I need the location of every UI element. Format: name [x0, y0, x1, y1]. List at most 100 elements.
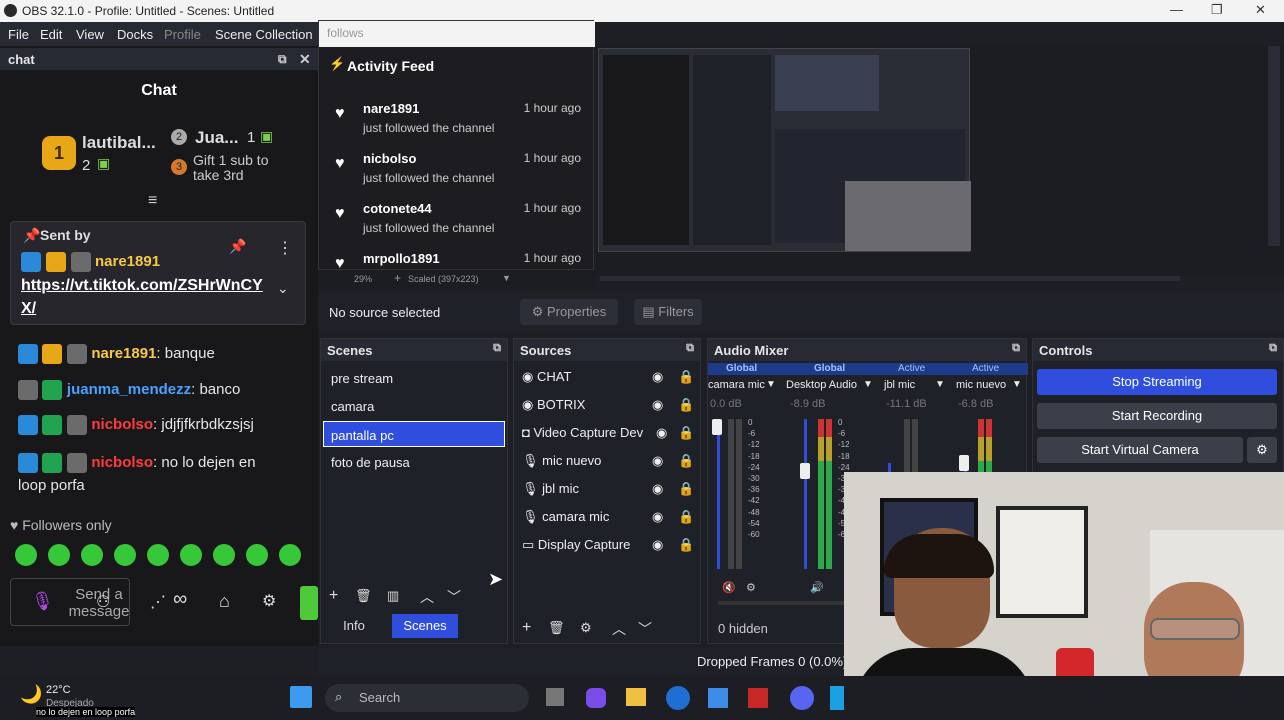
chevron-down-icon[interactable]: ﹀ — [638, 619, 652, 639]
speaker-icon[interactable]: 🔊 — [810, 581, 824, 594]
hp-icon[interactable] — [666, 686, 690, 710]
scene-item-selected[interactable]: pantalla pc — [323, 421, 505, 447]
start-virtual-camera-button[interactable]: Start Virtual Camera — [1037, 437, 1243, 463]
chevron-down-icon[interactable]: ▼ — [935, 379, 945, 390]
copilot-icon[interactable] — [586, 688, 606, 708]
store-icon[interactable]: ⌂ — [219, 591, 230, 612]
gamepad-icon[interactable]: ⚇ — [96, 592, 110, 612]
pinned-link[interactable]: https://vt.tiktok.com/ZSHrWnCYX/ — [21, 274, 271, 320]
eye-icon[interactable]: ◉ — [652, 509, 663, 525]
maximize-icon[interactable]: ❐ — [1211, 2, 1223, 18]
lock-icon[interactable]: 🔒 — [678, 481, 694, 497]
volume-fader-track[interactable] — [717, 419, 720, 569]
channel-name[interactable]: jbl mic — [884, 379, 915, 391]
settings-icon[interactable]: ⚙ — [262, 591, 276, 611]
menu-edit[interactable]: Edit — [40, 27, 62, 42]
pin-icon[interactable]: 📌 — [229, 238, 246, 255]
emote-icon[interactable] — [279, 544, 301, 566]
chat-send-button[interactable] — [300, 586, 318, 620]
undock-icon[interactable]: ⧉ — [493, 342, 501, 355]
chevron-down-icon[interactable]: ﹀ — [447, 587, 461, 607]
volume-fader-handle[interactable] — [959, 455, 969, 471]
scene-item[interactable]: camara — [331, 399, 374, 414]
store-icon[interactable] — [708, 688, 728, 708]
stop-streaming-button[interactable]: Stop Streaming — [1037, 369, 1277, 395]
expand-leaderboard-icon[interactable]: ≡ — [148, 192, 157, 210]
add-icon[interactable]: + — [329, 587, 338, 605]
channel-name[interactable]: mic nuevo — [956, 379, 1006, 391]
pinned-user[interactable]: nare1891 — [95, 253, 160, 270]
chevron-down-icon[interactable]: ▼ — [766, 379, 776, 390]
infinity-icon[interactable]: ∞ — [173, 588, 187, 611]
scene-item[interactable]: pre stream — [331, 371, 393, 386]
lock-icon[interactable]: 🔒 — [678, 453, 694, 469]
emote-icon[interactable] — [114, 544, 136, 566]
volume-fader-handle[interactable] — [800, 463, 810, 479]
lock-icon[interactable]: 🔒 — [678, 397, 694, 413]
chevron-up-icon[interactable]: ︿ — [420, 587, 434, 607]
more-options-icon[interactable]: ⋮ — [277, 238, 293, 258]
trash-icon[interactable]: 🗑 — [355, 588, 372, 604]
volume-fader-handle[interactable] — [712, 419, 722, 435]
source-item[interactable]: ◉ BOTRIX ◉ 🔒 — [522, 397, 698, 413]
emote-icon[interactable] — [48, 544, 70, 566]
source-item[interactable]: 🎙 camara mic ◉ 🔒 — [522, 509, 698, 525]
source-item[interactable]: ◘ Video Capture Dev ◉ 🔒 — [522, 425, 698, 440]
chat-username[interactable]: nicbolso — [91, 416, 153, 433]
undock-icon[interactable]: ⧉ — [1012, 342, 1020, 355]
menu-scene-collection[interactable]: Scene Collection — [215, 27, 313, 42]
eye-icon[interactable]: ◉ — [652, 397, 663, 413]
add-icon[interactable]: + — [522, 619, 531, 637]
gear-icon[interactable]: ⚙ — [1247, 437, 1277, 463]
trash-icon[interactable]: 🗑 — [548, 620, 565, 636]
microphone-icon[interactable]: 🎙 — [31, 591, 54, 612]
source-item[interactable]: ◉ CHAT ◉ 🔒 — [522, 369, 698, 385]
stream-preview[interactable] — [596, 46, 1284, 276]
lock-icon[interactable]: 🔒 — [678, 537, 694, 553]
file-explorer-icon[interactable] — [626, 688, 646, 706]
lock-icon[interactable]: 🔒 — [678, 425, 694, 440]
scene-item[interactable]: foto de pausa — [331, 455, 410, 470]
eye-icon[interactable]: ◉ — [652, 453, 663, 469]
chat-username[interactable]: nicbolso — [91, 454, 153, 471]
undock-icon[interactable]: ⧉ — [278, 52, 287, 67]
eye-icon[interactable]: ◉ — [652, 369, 663, 385]
properties-button[interactable]: ⚙ Properties — [520, 299, 618, 325]
close-icon[interactable]: ✕ — [299, 51, 311, 68]
windows-start-icon[interactable] — [290, 686, 312, 708]
emote-icon[interactable] — [213, 544, 235, 566]
chevron-down-icon[interactable]: ▼ — [863, 379, 873, 390]
source-item[interactable]: 🎙 jbl mic ◉ 🔒 — [522, 481, 698, 497]
filter-icon[interactable]: ▥ — [387, 588, 399, 604]
eye-icon[interactable]: ◉ — [652, 481, 663, 497]
emote-icon[interactable] — [180, 544, 202, 566]
tab-info[interactable]: Info — [324, 614, 384, 638]
chevron-down-icon[interactable]: ⌄ — [277, 280, 289, 297]
emote-icon[interactable] — [15, 544, 37, 566]
minimize-icon[interactable]: — — [1170, 2, 1183, 17]
menu-profile[interactable]: Profile — [164, 27, 201, 42]
zoom-in-icon[interactable]: + — [394, 271, 401, 285]
task-view-icon[interactable] — [546, 688, 564, 706]
share-icon[interactable]: ⋰ — [150, 592, 166, 612]
undock-icon[interactable]: ⧉ — [1269, 342, 1277, 355]
chat-input[interactable]: 🎙 Send a message — [10, 578, 130, 626]
chat-username[interactable]: nare1891 — [91, 345, 156, 362]
app-icon[interactable] — [830, 686, 844, 710]
menu-view[interactable]: View — [76, 27, 104, 42]
close-icon[interactable]: ✕ — [1255, 2, 1266, 18]
menu-file[interactable]: File — [8, 27, 29, 42]
chat-username[interactable]: juanma_mendezz — [67, 381, 191, 398]
taskbar-search[interactable]: ⌕ Search — [325, 684, 529, 712]
preview-scrollbar[interactable] — [600, 276, 1180, 281]
discord-icon[interactable] — [790, 686, 814, 710]
eye-icon[interactable]: ◉ — [652, 537, 663, 553]
start-recording-button[interactable]: Start Recording — [1037, 403, 1277, 429]
channel-name[interactable]: Desktop Audio — [786, 379, 857, 391]
eye-icon[interactable]: ◉ — [652, 425, 668, 440]
menu-docks[interactable]: Docks — [117, 27, 153, 42]
lock-icon[interactable]: 🔒 — [678, 369, 694, 385]
settings-icon[interactable]: ⚙ — [746, 581, 756, 594]
emote-icon[interactable] — [81, 544, 103, 566]
tab-scenes[interactable]: Scenes — [392, 614, 458, 638]
